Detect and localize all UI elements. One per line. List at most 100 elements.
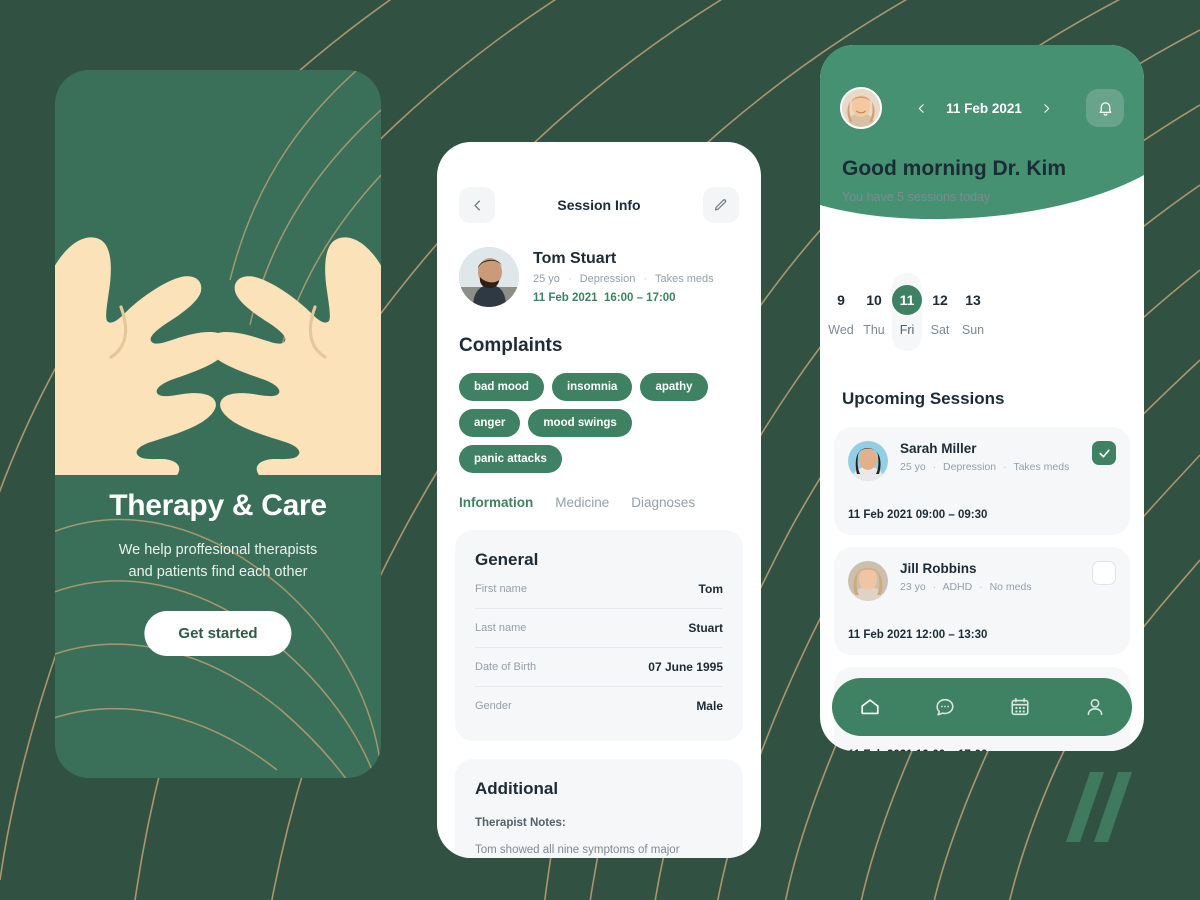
day-number: 10 — [866, 292, 882, 308]
page-title: Session Info — [557, 197, 641, 213]
day-weekday: Wed — [828, 323, 854, 337]
field-row-date-of-birth: Date of Birth 07 June 1995 — [475, 648, 723, 687]
session-card-sarah[interactable]: Sarah Miller 25 yo · Depression · Takes … — [834, 427, 1130, 535]
bell-notification-icon — [1099, 101, 1111, 116]
day-weekday: Thu — [863, 323, 885, 337]
session-card-header: Jill Robbins 23 yo · ADHD · No meds — [848, 561, 1116, 601]
patient-age: 25 yo — [533, 273, 560, 285]
session-info-screen: Session Info Tom Stuart 25 yo · Depressi… — [437, 142, 761, 858]
day-option-11-selected[interactable]: 11 Fri — [892, 273, 922, 351]
greeting-title: Good morning Dr. Kim — [842, 157, 1066, 180]
patient-condition: Depression — [579, 273, 636, 285]
session-patient-name: Sarah Miller — [900, 441, 977, 456]
dashboard-screen: 11 Feb 2021 Good morning Dr. Kim You hav… — [820, 45, 1144, 751]
session-patient-name: Jill Robbins — [900, 561, 977, 576]
general-card: General First name Tom Last name Stuart … — [455, 530, 743, 741]
day-option-13[interactable]: 13 Sun — [958, 273, 988, 351]
two-open-hands-illustration — [55, 237, 381, 475]
complaint-chip[interactable]: anger — [459, 409, 521, 437]
onboarding-screen: Therapy & Care We help proffesional ther… — [55, 70, 381, 778]
session-topbar: Session Info — [437, 142, 761, 223]
day-option-9[interactable]: 9 Wed — [826, 273, 856, 351]
avatar-image — [842, 89, 880, 127]
next-date-button[interactable] — [1040, 102, 1053, 115]
session-date: 11 Feb 2021 — [533, 292, 598, 304]
session-card-header: Sarah Miller 25 yo · Depression · Takes … — [848, 441, 1116, 481]
meta-separator: · — [932, 581, 937, 593]
meta-separator: · — [643, 273, 648, 285]
session-checkbox[interactable] — [1092, 441, 1116, 465]
session-datetime: 11 Feb 2021 09:00 – 09:30 — [848, 509, 988, 521]
day-weekday: Fri — [899, 323, 915, 337]
session-checkbox[interactable] — [1092, 561, 1116, 585]
patient-summary: Tom Stuart 25 yo · Depression · Takes me… — [437, 223, 761, 307]
session-card-jill[interactable]: Jill Robbins 23 yo · ADHD · No meds 11 F… — [834, 547, 1130, 655]
patient-details: Tom Stuart 25 yo · Depression · Takes me… — [533, 250, 714, 304]
home-icon — [860, 699, 879, 715]
patient-avatar — [459, 247, 519, 307]
session-age: 25 yo — [900, 461, 926, 473]
day-weekday: Sun — [961, 323, 985, 337]
subtitle-line-2: and patients find each other — [128, 563, 308, 580]
nav-chat-button[interactable] — [934, 696, 956, 718]
complaint-chip[interactable]: apathy — [640, 373, 708, 401]
nav-profile-button[interactable] — [1084, 696, 1106, 718]
session-patient-meta: 25 yo · Depression · Takes meds — [900, 461, 1069, 473]
session-card-details: Jill Robbins 23 yo · ADHD · No meds — [900, 561, 1032, 593]
meta-separator: · — [567, 273, 572, 285]
patient-meta: 25 yo · Depression · Takes meds — [533, 273, 714, 285]
chat-bubble-icon — [935, 698, 954, 716]
therapist-notes-label: Therapist Notes: — [475, 817, 566, 829]
complaint-chip[interactable]: bad mood — [459, 373, 544, 401]
day-weekday: Sat — [930, 323, 950, 337]
session-condition: ADHD — [942, 581, 973, 593]
page-title: Therapy & Care — [109, 489, 327, 522]
calendar-icon — [1010, 697, 1029, 716]
session-patient-meta: 23 yo · ADHD · No meds — [900, 581, 1032, 593]
field-label: Gender — [475, 700, 512, 712]
back-button[interactable] — [459, 187, 495, 223]
day-number: 12 — [932, 292, 948, 308]
person-icon — [1087, 698, 1102, 716]
session-avatar — [848, 561, 888, 601]
day-option-12[interactable]: 12 Sat — [925, 273, 955, 351]
field-label: Last name — [475, 622, 527, 634]
dashboard-topbar: 11 Feb 2021 — [820, 45, 1144, 129]
upcoming-sessions-heading: Upcoming Sessions — [842, 389, 1005, 408]
doctor-avatar[interactable] — [840, 87, 882, 129]
complaint-chip[interactable]: mood swings — [528, 409, 632, 437]
day-selector: 9 Wed 10 Thu 11 Fri 12 Sat 13 Sun — [820, 273, 994, 351]
meta-separator: · — [1003, 461, 1007, 473]
additional-card-title: Additional — [475, 779, 559, 798]
session-datetime: 11 Feb 2021 16:00 – 17:00 — [848, 749, 1116, 751]
complaint-chip[interactable]: panic attacks — [459, 445, 562, 473]
therapist-notes-body: Tom showed all nine symptoms of major de… — [475, 844, 680, 856]
subtitle-line-1: We help proffesional therapists — [118, 542, 318, 558]
edit-button[interactable] — [702, 187, 739, 223]
tab-medicine[interactable]: Medicine — [555, 495, 609, 512]
session-condition: Depression — [943, 461, 997, 473]
nav-home-button[interactable] — [859, 696, 881, 718]
greeting-subtitle: You have 5 sessions today — [842, 190, 991, 204]
day-option-10[interactable]: 10 Thu — [859, 273, 889, 351]
chevron-left-icon — [473, 200, 480, 210]
complaint-chip[interactable]: insomnia — [551, 373, 633, 401]
chevron-right-icon — [1044, 103, 1050, 113]
get-started-button[interactable]: Get started — [144, 611, 292, 656]
prev-date-button[interactable] — [915, 102, 928, 115]
notifications-button[interactable] — [1086, 89, 1124, 127]
field-label: Date of Birth — [475, 661, 537, 673]
general-card-title: General — [475, 550, 539, 569]
complaints-heading: Complaints — [459, 335, 563, 356]
tab-diagnoses[interactable]: Diagnoses — [631, 495, 695, 512]
avatar-image — [848, 441, 888, 481]
avatar-image — [459, 247, 519, 307]
tab-information[interactable]: Information — [459, 495, 533, 512]
field-row-first-name: First name Tom — [475, 570, 723, 609]
field-value: Male — [696, 699, 723, 713]
checkmark-icon — [1098, 448, 1110, 458]
nav-calendar-button[interactable] — [1009, 696, 1031, 718]
session-time: 16:00 – 17:00 — [603, 292, 676, 304]
patient-meds: Takes meds — [654, 273, 714, 285]
pencil-edit-icon — [715, 198, 727, 210]
